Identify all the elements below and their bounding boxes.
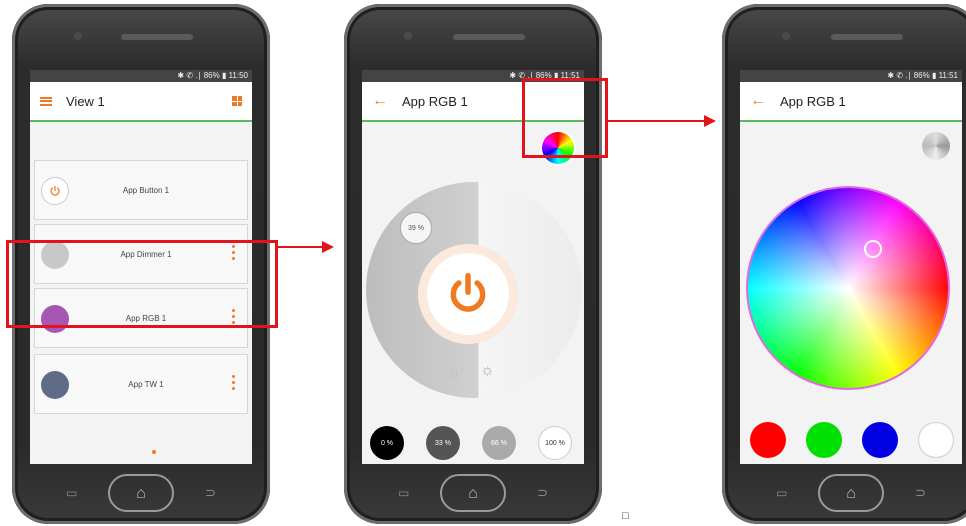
card-label: App Button 1: [122, 185, 170, 195]
home-button[interactable]: ⌂: [440, 474, 506, 512]
speaker: [831, 34, 903, 40]
grid-icon[interactable]: [232, 96, 242, 106]
arrow-head-1: [322, 241, 334, 253]
recent-apps-key[interactable]: ▭: [776, 486, 787, 500]
page-title: View 1: [66, 93, 105, 109]
highlight-rgb-card: [6, 240, 278, 328]
preset-66[interactable]: 66 %: [482, 426, 516, 460]
power-button[interactable]: [41, 177, 69, 205]
device-card-tw[interactable]: App TW 1: [34, 354, 248, 414]
speaker: [453, 34, 525, 40]
home-button[interactable]: ⌂: [818, 474, 884, 512]
color-wheel[interactable]: [746, 186, 950, 390]
swatch-red[interactable]: [750, 422, 786, 458]
arrow-line-1: [278, 246, 322, 248]
page-title: App RGB 1: [780, 93, 846, 109]
home-button[interactable]: ⌂: [108, 474, 174, 512]
preset-0-label: 0 %: [380, 439, 394, 447]
dimmer-toggle[interactable]: [922, 132, 950, 160]
card-label: App TW 1: [128, 379, 164, 389]
menu-icon[interactable]: [40, 96, 52, 106]
phone-rgb-color: ✱ ✆ .∣ 86% ▮ 11:51 ← App RGB 1 ▭ ⌂ ⊃: [722, 4, 966, 524]
recent-apps-key[interactable]: ▭: [398, 486, 409, 500]
nav-bar: ▭ ⌂ ⊃: [722, 474, 966, 514]
power-icon: [450, 272, 486, 312]
back-key[interactable]: ⊃: [915, 485, 926, 501]
swatch-green[interactable]: [806, 422, 842, 458]
screen: ✱ ✆ .∣ 86% ▮ 11:51 ← App RGB 1: [740, 70, 962, 464]
back-arrow-icon[interactable]: ←: [372, 92, 388, 110]
camera: [782, 32, 790, 40]
level-badge[interactable]: 39 %: [400, 212, 432, 244]
power-toggle[interactable]: [418, 244, 518, 344]
more-options-icon[interactable]: [232, 375, 235, 393]
camera: [74, 32, 82, 40]
device-card-button[interactable]: App Button 1: [34, 160, 248, 220]
back-key[interactable]: ⊃: [205, 485, 216, 501]
arrow-head-2: [704, 115, 716, 127]
preset-33-label: 33 %: [435, 439, 451, 447]
recent-apps-key[interactable]: ▭: [66, 486, 77, 500]
color-picker-handle[interactable]: [864, 240, 882, 258]
preset-0[interactable]: 0 %: [370, 426, 404, 460]
app-bar: ← App RGB 1: [740, 82, 962, 122]
preset-100[interactable]: 100 %: [538, 426, 572, 460]
power-toggle-inner: [427, 253, 509, 335]
arrow-line-2: [608, 120, 704, 122]
level-badge-value: 39 %: [408, 224, 424, 232]
back-arrow-icon[interactable]: ←: [750, 92, 766, 110]
status-bar: ✱ ✆ .∣ 86% ▮ 11:51: [740, 70, 962, 82]
swatch-blue[interactable]: [862, 422, 898, 458]
swatch-white[interactable]: [918, 422, 954, 458]
preset-66-label: 66 %: [491, 439, 507, 447]
highlight-color-wheel-toggle: [522, 78, 608, 158]
status-bar: ✱ ✆ .∣ 86% ▮ 11:50: [30, 70, 252, 82]
tw-indicator[interactable]: [41, 371, 69, 399]
stray-glyph: □: [622, 510, 629, 522]
page-title: App RGB 1: [402, 93, 468, 109]
brightness-high-icon: ☼: [480, 362, 495, 379]
speaker: [121, 34, 193, 40]
brightness-low-icon: ☼: [448, 364, 461, 380]
back-key[interactable]: ⊃: [537, 485, 548, 501]
power-icon: [50, 185, 60, 196]
preset-33[interactable]: 33 %: [426, 426, 460, 460]
page-indicator-dot: [152, 450, 156, 454]
nav-bar: ▭ ⌂ ⊃: [12, 474, 270, 514]
app-bar: View 1: [30, 82, 252, 122]
preset-100-label: 100 %: [545, 439, 565, 447]
camera: [404, 32, 412, 40]
nav-bar: ▭ ⌂ ⊃: [344, 474, 602, 514]
